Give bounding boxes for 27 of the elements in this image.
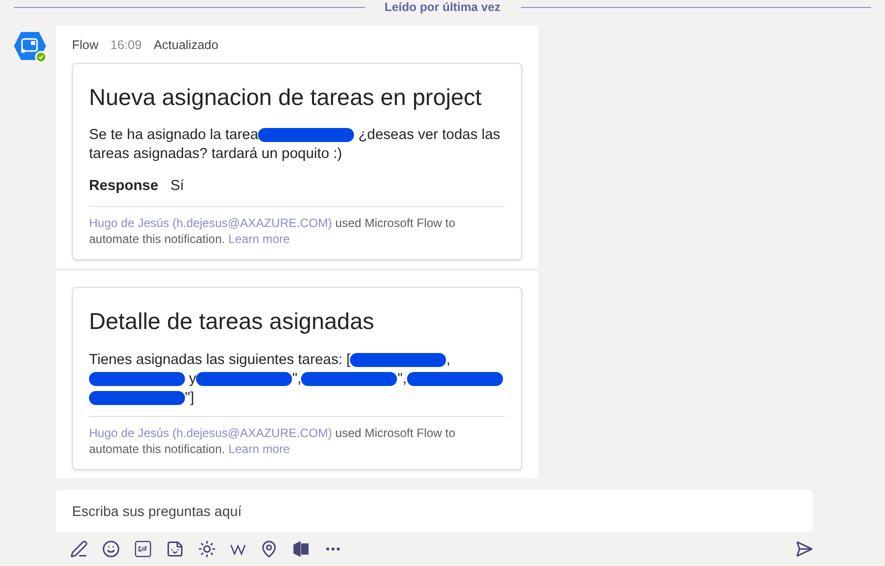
author-link[interactable]: Hugo de Jesús (h.dejesus@AXAZURE.COM) [89, 426, 332, 440]
compose-field[interactable]: Escriba sus preguntas aquí [56, 490, 813, 532]
divider-label: Leído por última vez [384, 0, 501, 16]
app-icon[interactable] [292, 540, 310, 558]
learn-more-link[interactable]: Learn more [228, 232, 290, 246]
message-text: Tienes asignadas las siguientes tareas: [ , y ", ", "] [89, 350, 505, 408]
footer-text: Hugo de Jesús (h.dejesus@AXAZURE.COM) used Microsoft Flow to automate this notification. Learn more [89, 426, 456, 456]
format-icon[interactable] [70, 540, 88, 558]
author-link[interactable]: Hugo de Jesús (h.dejesus@AXAZURE.COM) [89, 216, 332, 230]
footer-text: Hugo de Jesús (h.dejesus@AXAZURE.COM) used Microsoft Flow to automate this notification. Learn more [89, 216, 456, 246]
sender-name: Flow [72, 37, 98, 54]
fact-label: Response [89, 177, 158, 196]
send-icon[interactable] [795, 540, 813, 558]
gif-icon[interactable] [134, 540, 152, 558]
sun-icon[interactable] [198, 540, 216, 558]
card-title: Nueva asignacion de tareas en project [89, 82, 483, 112]
card-title: Detalle de tareas asignadas [89, 307, 376, 336]
emoji-icon[interactable] [102, 540, 120, 558]
message-time: 16:09 [110, 37, 142, 54]
location-icon[interactable] [260, 540, 278, 558]
sticker-icon[interactable] [166, 540, 184, 558]
flow-bot-avatar [12, 30, 48, 64]
learn-more-link[interactable]: Learn more [228, 442, 290, 456]
fact-value: Sí [170, 177, 184, 196]
message-text: Se te ha asignado la tarea ¿deseas ver todas las tareas asignadas? tardará un poquito :) [89, 126, 502, 164]
message-status: Actualizado [154, 37, 218, 54]
wikipedia-icon[interactable] [230, 543, 246, 555]
